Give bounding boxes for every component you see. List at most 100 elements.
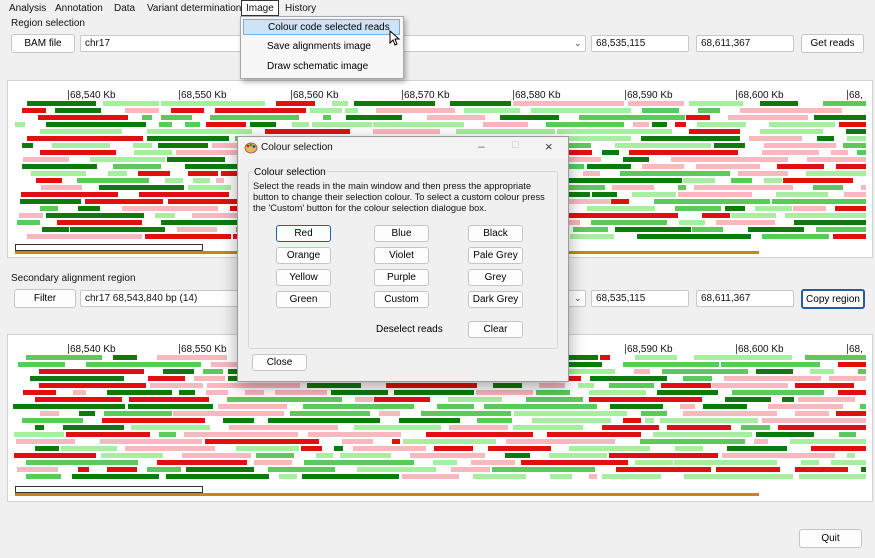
read-bar[interactable] — [587, 164, 631, 169]
read-bar[interactable] — [205, 439, 319, 444]
read-bar[interactable] — [194, 376, 225, 381]
read-bar[interactable] — [500, 115, 559, 120]
read-bar[interactable] — [379, 411, 400, 416]
read-bar[interactable] — [86, 362, 201, 367]
read-bar[interactable] — [772, 199, 866, 204]
read-bar[interactable] — [484, 404, 597, 409]
read-bar[interactable] — [129, 397, 209, 402]
read-bar[interactable] — [799, 474, 866, 479]
read-bar[interactable] — [427, 115, 485, 120]
read-bar[interactable] — [312, 122, 372, 127]
read-bar[interactable] — [722, 453, 835, 458]
read-bar[interactable] — [777, 164, 824, 169]
read-bar[interactable] — [732, 390, 824, 395]
read-bar[interactable] — [188, 185, 231, 190]
read-bar[interactable] — [579, 115, 685, 120]
read-bar[interactable] — [790, 439, 866, 444]
read-bar[interactable] — [615, 227, 691, 232]
read-bar[interactable] — [103, 101, 159, 106]
read-bar[interactable] — [683, 376, 712, 381]
read-bar[interactable] — [340, 453, 391, 458]
read-bar[interactable] — [161, 101, 265, 106]
read-bar[interactable] — [488, 446, 551, 451]
read-bar[interactable] — [493, 383, 522, 388]
read-bar[interactable] — [591, 220, 667, 225]
read-bar[interactable] — [167, 157, 225, 162]
read-bar[interactable] — [762, 234, 829, 239]
read-bar[interactable] — [640, 439, 745, 444]
read-bar[interactable] — [186, 467, 254, 472]
read-bar[interactable] — [275, 390, 327, 395]
read-bar[interactable] — [675, 206, 721, 211]
read-bar[interactable] — [778, 425, 866, 430]
read-bar[interactable] — [794, 220, 866, 225]
read-bar[interactable] — [760, 101, 798, 106]
read-bar[interactable] — [628, 101, 684, 106]
read-bar[interactable] — [138, 171, 170, 176]
read-bar[interactable] — [642, 164, 684, 169]
read-bar[interactable] — [573, 227, 608, 232]
read-bar[interactable] — [145, 234, 231, 239]
read-bar[interactable] — [304, 460, 414, 465]
read-bar[interactable] — [785, 213, 866, 218]
read-bar[interactable] — [78, 467, 89, 472]
bam-file-button[interactable]: BAM file — [11, 34, 75, 53]
green-button[interactable]: Green — [276, 291, 331, 308]
read-bar[interactable] — [26, 460, 138, 465]
read-bar[interactable] — [125, 108, 159, 113]
read-bar[interactable] — [589, 397, 702, 402]
read-bar[interactable] — [40, 411, 59, 416]
read-bar[interactable] — [590, 376, 667, 381]
read-bar[interactable] — [373, 122, 464, 127]
read-bar[interactable] — [374, 397, 430, 402]
read-bar[interactable] — [22, 143, 33, 148]
read-bar[interactable] — [817, 136, 834, 141]
read-bar[interactable] — [696, 164, 760, 169]
read-bar[interactable] — [334, 446, 343, 451]
read-bar[interactable] — [583, 171, 600, 176]
read-bar[interactable] — [302, 474, 399, 479]
read-bar[interactable] — [52, 143, 110, 148]
read-bar[interactable] — [399, 418, 460, 423]
menu-image[interactable]: Image — [241, 0, 279, 16]
read-bar[interactable] — [641, 136, 740, 141]
read-bar[interactable] — [38, 115, 128, 120]
read-bar[interactable] — [836, 411, 866, 416]
read-bar[interactable] — [134, 150, 172, 155]
read-bar[interactable] — [434, 446, 473, 451]
read-bar[interactable] — [394, 390, 474, 395]
read-bar[interactable] — [39, 383, 146, 388]
read-bar[interactable] — [660, 418, 758, 423]
read-bar[interactable] — [23, 157, 69, 162]
read-bar[interactable] — [810, 369, 834, 374]
read-bar[interactable] — [678, 185, 686, 190]
read-bar[interactable] — [228, 369, 237, 374]
read-bar[interactable] — [476, 390, 533, 395]
read-bar[interactable] — [565, 178, 682, 183]
read-bar[interactable] — [615, 143, 711, 148]
read-bar[interactable] — [795, 467, 848, 472]
read-bar[interactable] — [835, 206, 866, 211]
read-bar[interactable] — [829, 376, 866, 381]
read-bar[interactable] — [814, 115, 866, 120]
read-bar[interactable] — [161, 115, 192, 120]
read-bar[interactable] — [600, 355, 610, 360]
read-bar[interactable] — [721, 362, 820, 367]
read-bar[interactable] — [539, 383, 565, 388]
read-bar[interactable] — [353, 446, 426, 451]
pale-grey-button[interactable]: Pale Grey — [468, 247, 523, 264]
close-button[interactable]: Close — [252, 354, 307, 371]
read-bar[interactable] — [623, 157, 649, 162]
read-bar[interactable] — [793, 206, 826, 211]
read-bar[interactable] — [78, 206, 100, 211]
read-bar[interactable] — [749, 136, 802, 141]
read-bar[interactable] — [836, 164, 866, 169]
read-bar[interactable] — [654, 199, 770, 204]
read-bar[interactable] — [697, 122, 746, 127]
read-bar[interactable] — [738, 171, 788, 176]
read-bar[interactable] — [46, 213, 144, 218]
read-bar[interactable] — [795, 411, 829, 416]
read-bar[interactable] — [602, 150, 619, 155]
read-bar[interactable] — [376, 108, 455, 113]
read-bar[interactable] — [433, 460, 457, 465]
